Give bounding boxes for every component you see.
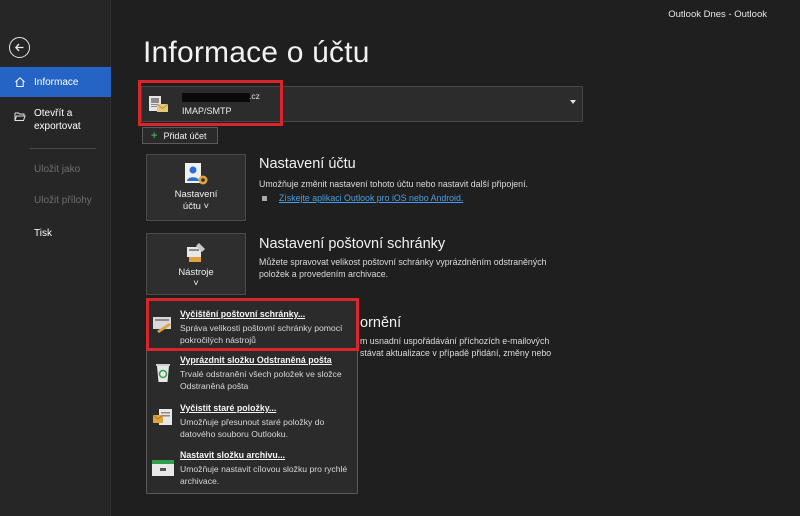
menu-item-title: Vyčistit staré položky... <box>180 403 277 413</box>
menu-item-archive-folder[interactable]: Nastavit složku archivu... Umožňuje nast… <box>147 446 357 492</box>
section-desc-account-settings: Umožňuje změnit nastavení tohoto účtu ne… <box>259 179 528 189</box>
menu-item-desc: Trvalé odstranění všech položek ve složc… <box>180 369 342 391</box>
archive-folder-icon <box>151 458 175 478</box>
plus-icon: + <box>151 129 158 142</box>
recycle-bin-icon <box>151 362 175 382</box>
back-arrow-icon[interactable] <box>9 37 30 58</box>
sidebar-item-label: Informace <box>34 76 79 88</box>
sidebar-item-open-export[interactable]: Otevřít a exportovat <box>0 107 111 133</box>
menu-item-title: Vyčištění poštovní schránky... <box>180 309 306 319</box>
account-type: IMAP/SMTP <box>182 106 232 116</box>
account-settings-icon <box>183 162 209 189</box>
add-account-label: Přidat účet <box>163 130 207 141</box>
page-title: Informace o účtu <box>143 36 370 69</box>
sidebar-item-label: Otevřít a exportovat <box>34 108 81 132</box>
ios-android-link-text[interactable]: Získejte aplikaci Outlook pro iOS nebo A… <box>279 193 463 203</box>
sidebar-item-save-as: Uložit jako <box>34 164 81 175</box>
tools-dropdown-menu: Vyčištění poštovní schránky... Správa ve… <box>146 298 358 494</box>
section-title-account-settings: Nastavení účtu <box>259 156 356 172</box>
sidebar-item-print[interactable]: Tisk <box>34 228 52 239</box>
mailbox-cleanup-icon <box>151 314 175 334</box>
section-title-mailbox-settings: Nastavení poštovní schránky <box>259 236 446 252</box>
window-title: Outlook Dnes - Outlook <box>668 9 767 20</box>
section-desc-fragment-1: m usnadní uspořádávání příchozích e-mail… <box>360 336 550 346</box>
sidebar-divider <box>30 148 96 149</box>
menu-item-empty-deleted[interactable]: Vyprázdnit složku Odstraněná pošta Trval… <box>147 352 357 398</box>
bullet-icon <box>262 195 267 201</box>
account-settings-button[interactable]: Nastavení účtu ˅ <box>146 154 246 221</box>
folder-open-icon <box>13 109 27 123</box>
account-mail-icon <box>148 93 170 120</box>
sidebar-item-informace[interactable]: Informace <box>0 67 111 97</box>
tools-icon <box>185 241 209 266</box>
tile-label: ˅ <box>193 278 199 289</box>
home-icon <box>13 75 27 89</box>
section-desc-fragment-2: stávat aktualizace v případě přidání, zm… <box>360 348 552 358</box>
backstage-sidebar: Informace Otevřít a exportovat Uložit ja… <box>0 0 111 516</box>
add-account-button[interactable]: + Přidat účet <box>142 127 218 144</box>
sidebar-item-save-attachments: Uložit přílohy <box>34 195 92 206</box>
section-desc-mailbox-settings: Můžete spravovat velikost poštovní schrá… <box>259 257 547 279</box>
section-title-fragment: ornění <box>360 315 402 331</box>
menu-item-desc: Umožňuje přesunout staré položky do dato… <box>180 417 325 439</box>
cleanup-old-items-icon <box>151 407 175 427</box>
menu-item-title: Vyprázdnit složku Odstraněná pošta <box>180 355 332 365</box>
redacted-email <box>182 93 250 102</box>
tile-label: Nastavení <box>174 189 218 200</box>
tools-button[interactable]: Nástroje ˅ <box>146 233 246 295</box>
account-selector[interactable]: .cz IMAP/SMTP <box>141 86 583 122</box>
menu-item-cleanup-old[interactable]: Vyčistit staré položky... Umožňuje přesu… <box>147 399 357 445</box>
menu-item-title: Nastavit složku archivu... <box>180 450 286 460</box>
menu-item-desc: Umožňuje nastavit cílovou složku pro ryc… <box>180 464 348 486</box>
chevron-down-icon[interactable] <box>570 100 576 104</box>
menu-item-desc: Správa velikosti poštovní schránky pomoc… <box>180 323 343 345</box>
tile-label: účtu ˅ <box>182 201 210 212</box>
ios-android-link[interactable]: Získejte aplikaci Outlook pro iOS nebo A… <box>262 193 463 203</box>
account-email-suffix: .cz <box>249 91 260 101</box>
menu-item-mailbox-cleanup[interactable]: Vyčištění poštovní schránky... Správa ve… <box>147 306 357 352</box>
